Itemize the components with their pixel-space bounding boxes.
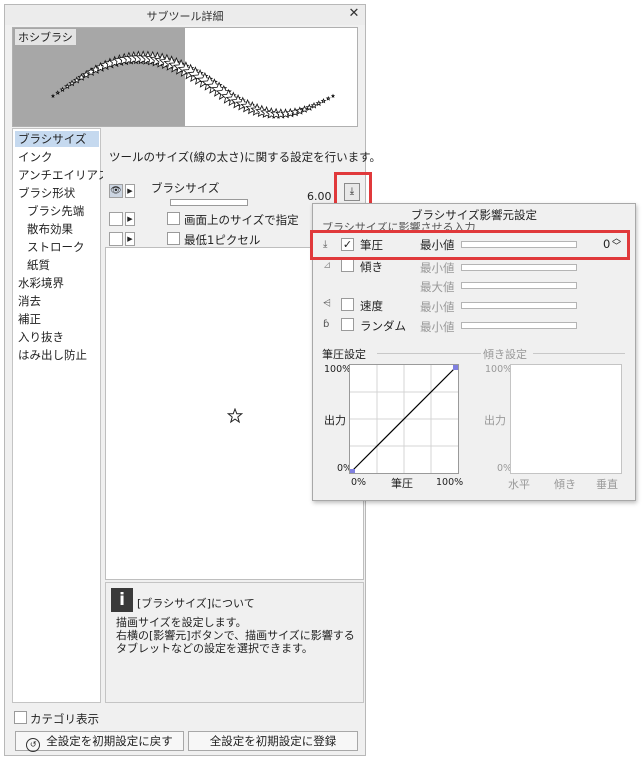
category-spray-effect[interactable]: 散布効果 xyxy=(15,221,99,237)
help-line: 描画サイズを設定します。 xyxy=(116,616,247,629)
tilt-min-label: 最小値 xyxy=(420,261,455,275)
info-icon: i xyxy=(111,588,133,612)
stroke-star xyxy=(325,96,331,101)
help-body: 描画サイズを設定します。 右横の[影響元]ボタンで、描画サイズに影響するタブレッ… xyxy=(116,616,361,655)
window-title: サブツール詳細 xyxy=(146,10,224,23)
graph1-x-right: 100% xyxy=(436,477,464,488)
expand-arrow-icon[interactable]: ▶ xyxy=(125,212,135,226)
graph1-x-left: 0% xyxy=(351,477,367,488)
help-panel: i [ブラシサイズ]について 描画サイズを設定します。 右横の[影響元]ボタンで… xyxy=(105,582,364,703)
min-1px-checkbox[interactable] xyxy=(167,232,180,245)
help-line: 右横の[影響元]ボタンで、描画サイズに影響するタブレットなどの設定を選択できます… xyxy=(116,629,355,655)
random-min-slider[interactable] xyxy=(461,322,577,329)
min-1px-label: 最低1ピクセル xyxy=(184,233,261,247)
register-defaults-button[interactable]: 全設定を初期設定に登録 xyxy=(188,731,358,751)
category-stroke[interactable]: ストローク xyxy=(15,239,99,255)
velocity-label: 速度 xyxy=(360,299,383,313)
category-display-label: カテゴリ表示 xyxy=(30,712,99,726)
graph1-x-label: 筆圧 xyxy=(391,477,413,490)
tilt-checkbox[interactable] xyxy=(341,259,354,272)
brush-size-slider[interactable] xyxy=(170,199,248,206)
popup-title: ブラシサイズ影響元設定 xyxy=(411,208,537,222)
tilt-section-title: 傾き設定 xyxy=(483,348,527,361)
graph2-y-top: 100% xyxy=(485,364,513,375)
expand-arrow-icon[interactable]: ▶ xyxy=(125,232,135,246)
title-bar[interactable]: サブツール詳細 ✕ xyxy=(5,5,365,25)
stroke-star xyxy=(315,100,322,107)
random-icon: ɓ xyxy=(323,319,330,330)
category-display-checkbox[interactable] xyxy=(14,711,27,724)
category-erase[interactable]: 消去 xyxy=(15,293,99,309)
random-label: ランダム xyxy=(360,319,406,333)
screen-size-label: 画面上のサイズで指定 xyxy=(184,213,299,227)
brush-size-label: ブラシサイズ xyxy=(151,181,220,195)
graph2-x-vertical: 垂直 xyxy=(596,478,618,491)
random-min-label: 最小値 xyxy=(420,320,455,334)
section-divider xyxy=(377,353,481,354)
preview-brush-name: ホシブラシ xyxy=(15,29,76,45)
stroke-star xyxy=(64,83,71,90)
pressure-curve-graph[interactable] xyxy=(349,364,459,474)
eye-toggle-empty[interactable] xyxy=(109,232,123,246)
brush-size-value[interactable]: 6.00 xyxy=(307,190,332,203)
category-brush-shape[interactable]: ブラシ形状 xyxy=(15,185,99,201)
tilt-min-slider[interactable] xyxy=(461,264,577,271)
category-starts-ends[interactable]: 入り抜き xyxy=(15,329,99,345)
category-ink[interactable]: インク xyxy=(15,149,99,165)
help-title: [ブラシサイズ]について xyxy=(137,597,255,610)
stroke-star xyxy=(330,93,336,98)
reset-icon: ↺ xyxy=(26,738,41,752)
graph1-y-label: 出力 xyxy=(324,414,346,427)
tilt-label: 傾き xyxy=(360,260,383,274)
tilt-max-slider[interactable] xyxy=(461,282,577,289)
expand-arrow-icon[interactable]: ▶ xyxy=(125,184,135,198)
stroke-star xyxy=(73,76,81,84)
stroke-star xyxy=(310,102,318,109)
star-tip-icon xyxy=(227,408,243,424)
category-correction[interactable]: 補正 xyxy=(15,311,99,327)
stroke-star xyxy=(68,79,76,87)
category-brush-tip[interactable]: ブラシ先端 xyxy=(15,203,99,219)
category-antialiasing[interactable]: アンチエイリアス xyxy=(15,167,110,183)
graph2-x-tilt: 傾き xyxy=(554,478,576,491)
pressure-curve xyxy=(350,365,458,474)
tilt-icon: ⊿ xyxy=(323,260,332,271)
stroke-star xyxy=(320,98,327,104)
stroke-star xyxy=(50,93,56,98)
highlight-box xyxy=(334,172,372,207)
section-divider xyxy=(533,353,625,354)
stroke-star xyxy=(55,90,61,95)
pressure-section-title: 筆圧設定 xyxy=(322,348,366,361)
category-prevent-overflow[interactable]: はみ出し防止 xyxy=(15,347,99,363)
category-brush-size[interactable]: ブラシサイズ xyxy=(15,131,99,147)
velocity-icon: ⩤ xyxy=(323,298,331,309)
eye-toggle-empty[interactable] xyxy=(109,212,123,226)
tilt-max-label: 最大値 xyxy=(420,280,455,294)
random-checkbox[interactable] xyxy=(341,318,354,331)
stroke-star xyxy=(59,86,66,92)
velocity-checkbox[interactable] xyxy=(341,298,354,311)
category-watercolor-edge[interactable]: 水彩境界 xyxy=(15,275,99,291)
settings-description: ツールのサイズ(線の太さ)に関する設定を行います。 xyxy=(109,150,381,164)
velocity-min-slider[interactable] xyxy=(461,302,577,309)
graph1-y-top: 100% xyxy=(324,364,352,375)
close-icon[interactable]: ✕ xyxy=(347,7,361,21)
category-texture[interactable]: 紙質 xyxy=(15,257,99,273)
brush-preview: ホシブラシ xyxy=(12,27,358,127)
reset-defaults-label: 全設定を初期設定に戻す xyxy=(46,734,173,748)
velocity-min-label: 最小値 xyxy=(420,300,455,314)
highlight-box xyxy=(310,230,630,260)
eye-icon[interactable]: 👁 xyxy=(109,184,123,198)
graph2-x-horizontal: 水平 xyxy=(508,478,530,491)
reset-defaults-button[interactable]: ↺ 全設定を初期設定に戻す xyxy=(15,731,184,752)
category-list: ブラシサイズ インク アンチエイリアス ブラシ形状 ブラシ先端 散布効果 ストロ… xyxy=(12,128,110,703)
screen-size-checkbox[interactable] xyxy=(167,212,180,225)
stroke-star xyxy=(305,103,313,111)
tilt-curve-graph xyxy=(510,364,622,474)
graph2-y-label: 出力 xyxy=(484,414,506,427)
